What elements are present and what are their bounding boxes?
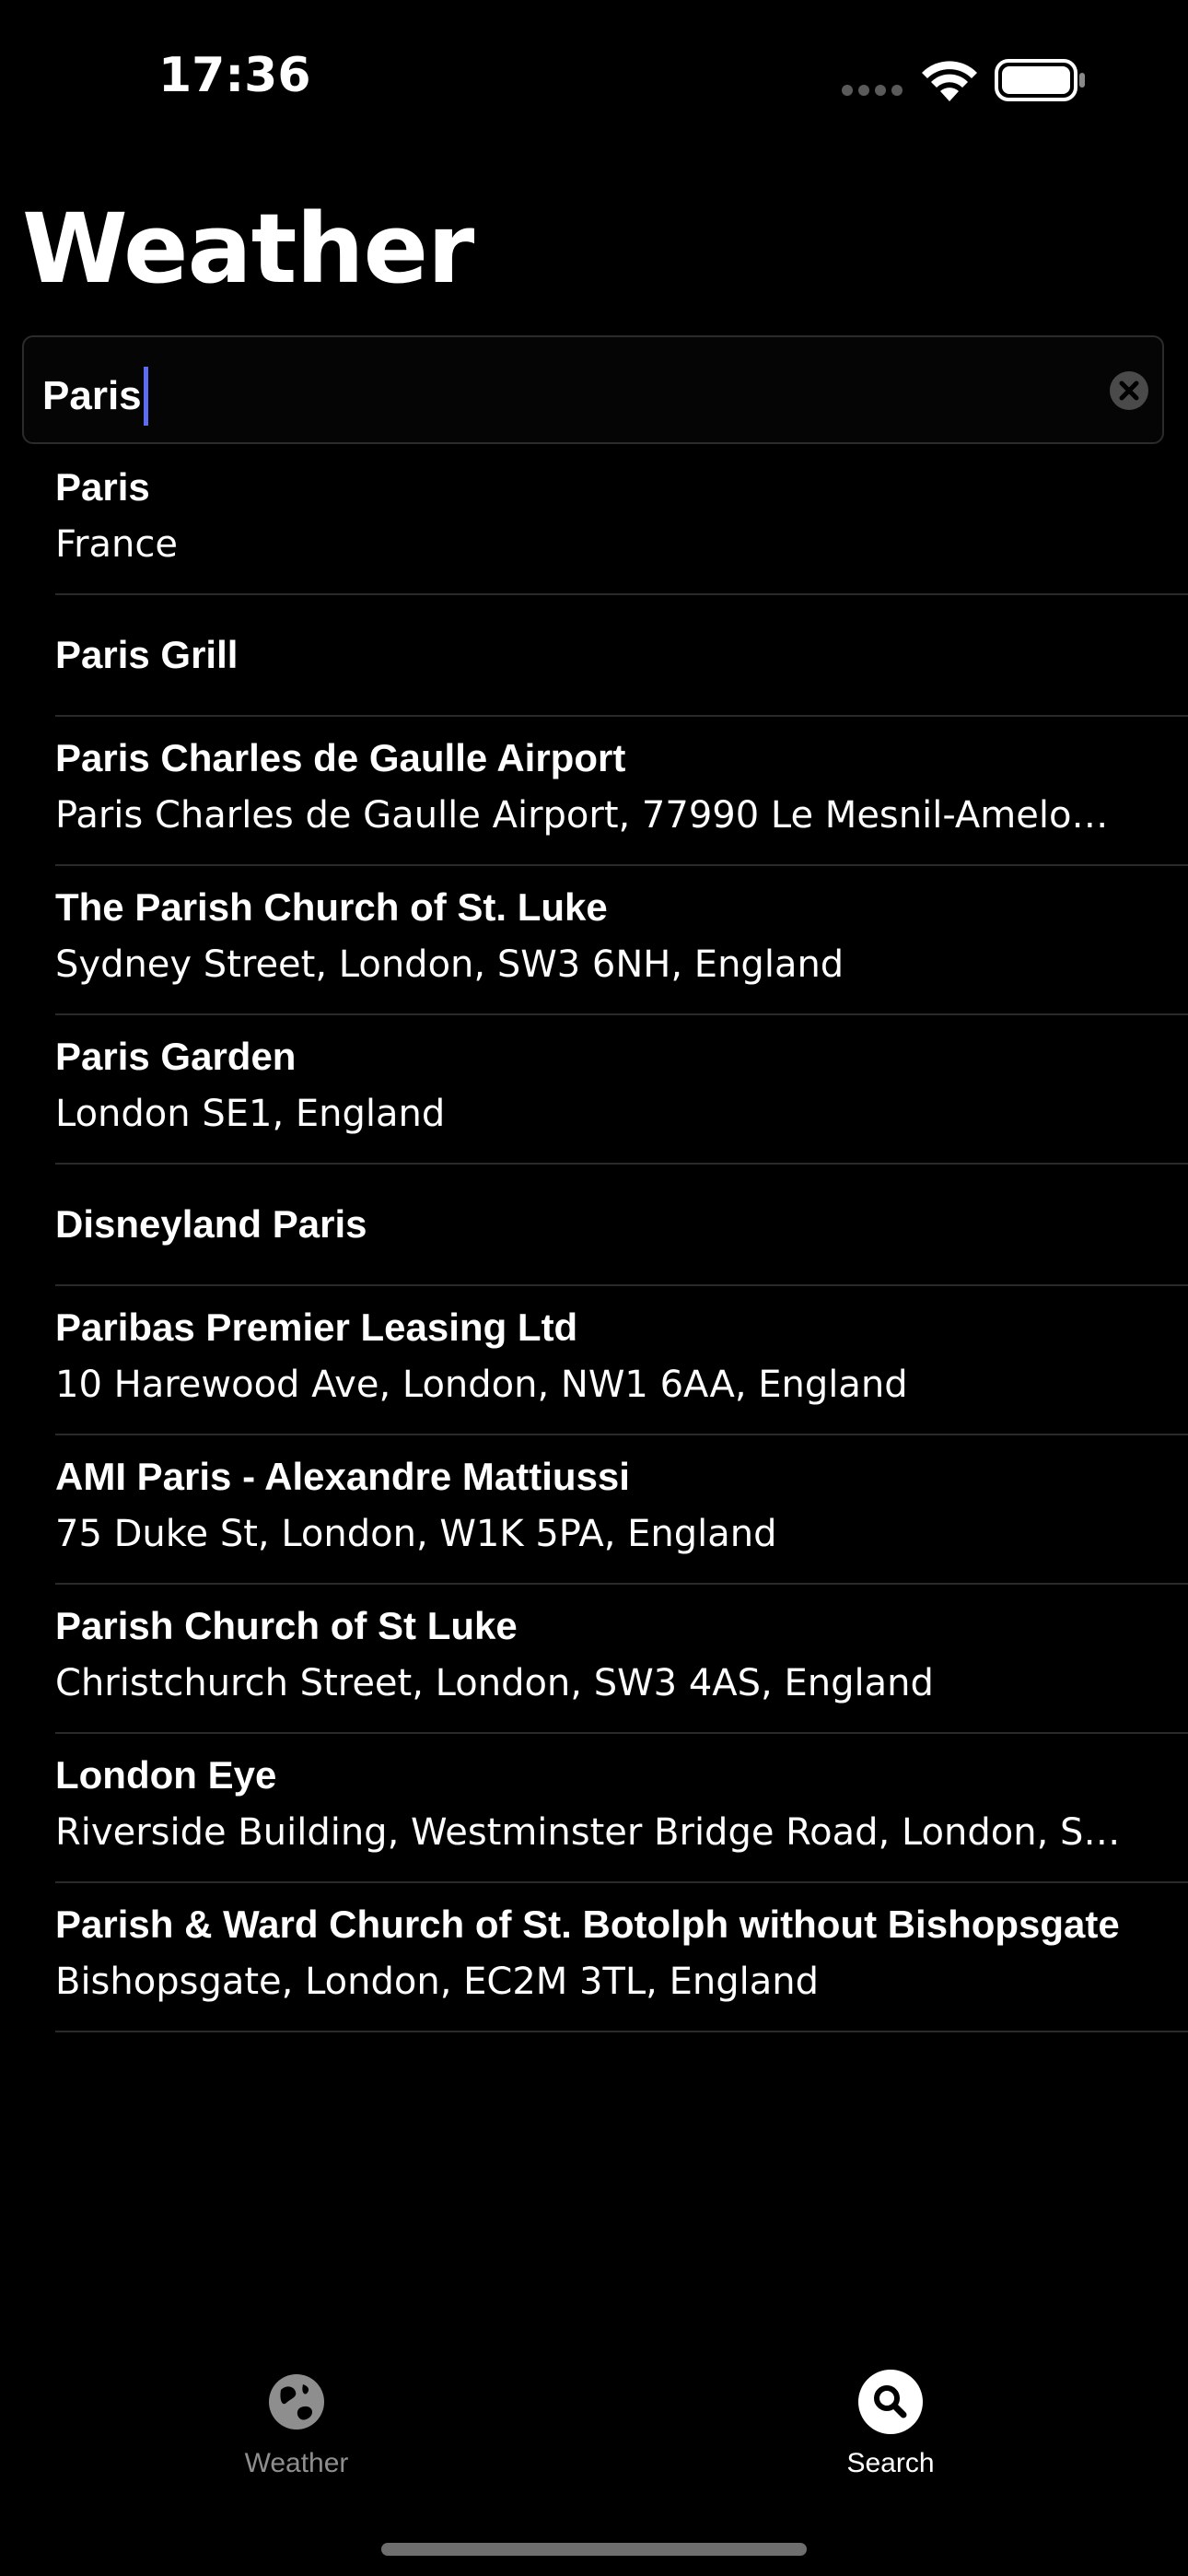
result-title: Paris Charles de Gaulle Airport	[55, 736, 626, 779]
result-title: The Parish Church of St. Luke	[55, 885, 608, 929]
search-result-item[interactable]: AMI Paris - Alexandre Mattiussi 75 Duke …	[55, 1435, 1188, 1585]
cellular-signal-icon	[842, 85, 906, 98]
search-result-item[interactable]: Paris France	[55, 446, 1188, 595]
result-title: Parish & Ward Church of St. Botolph with…	[55, 1903, 1120, 1946]
tab-weather-label: Weather	[244, 2448, 349, 2478]
result-title: AMI Paris - Alexandre Mattiussi	[55, 1455, 630, 1498]
tab-search[interactable]: Search	[752, 2368, 1029, 2506]
result-title: London Eye	[55, 1753, 277, 1797]
search-result-item[interactable]: Parish & Ward Church of St. Botolph with…	[55, 1883, 1188, 2032]
result-subtitle: France	[55, 523, 179, 566]
tab-search-label: Search	[846, 2448, 935, 2478]
search-icon	[858, 2370, 923, 2434]
result-title: Parish Church of St Luke	[55, 1604, 518, 1647]
result-subtitle: London SE1, England	[55, 1093, 446, 1135]
search-result-item[interactable]: Paris Garden London SE1, England	[55, 1015, 1188, 1165]
search-results-list: Paris France Paris Grill Paris Charles d…	[55, 446, 1188, 2032]
result-subtitle: Paris Charles de Gaulle Airport, 77990 L…	[55, 794, 1109, 837]
page-title: Weather	[22, 193, 474, 305]
result-title: Disneyland Paris	[55, 1202, 367, 1246]
globe-icon	[269, 2374, 324, 2430]
battery-icon	[995, 59, 1085, 101]
result-title: Paris	[55, 465, 150, 509]
search-result-item[interactable]: Paris Grill	[55, 595, 1188, 717]
search-result-item[interactable]: The Parish Church of St. Luke Sydney Str…	[55, 866, 1188, 1015]
search-result-item[interactable]: Paris Charles de Gaulle Airport Paris Ch…	[55, 717, 1188, 866]
status-time: 17:36	[158, 48, 311, 103]
result-title: Paribas Premier Leasing Ltd	[55, 1306, 578, 1349]
status-bar: 17:36	[0, 0, 1188, 157]
text-caret	[143, 367, 148, 426]
clear-search-icon[interactable]	[1109, 370, 1149, 411]
tab-weather[interactable]: Weather	[158, 2368, 435, 2506]
result-title: Paris Garden	[55, 1035, 297, 1078]
result-subtitle: Sydney Street, London, SW3 6NH, England	[55, 943, 844, 986]
home-indicator	[381, 2543, 807, 2556]
result-subtitle: Bishopsgate, London, EC2M 3TL, England	[55, 1961, 819, 2003]
search-result-item[interactable]: Disneyland Paris	[55, 1165, 1188, 1286]
result-title: Paris Grill	[55, 633, 239, 676]
result-subtitle: Christchurch Street, London, SW3 4AS, En…	[55, 1662, 934, 1704]
search-result-item[interactable]: Paribas Premier Leasing Ltd 10 Harewood …	[55, 1286, 1188, 1435]
result-subtitle: 10 Harewood Ave, London, NW1 6AA, Englan…	[55, 1364, 908, 1406]
search-input[interactable]: Paris	[22, 335, 1164, 444]
search-result-item[interactable]: London Eye Riverside Building, Westminst…	[55, 1734, 1188, 1883]
result-subtitle: Riverside Building, Westminster Bridge R…	[55, 1811, 1121, 1854]
tab-bar: Weather Search	[0, 2340, 1188, 2506]
result-subtitle: 75 Duke St, London, W1K 5PA, England	[55, 1513, 777, 1555]
wifi-icon	[922, 61, 977, 101]
search-result-item[interactable]: Parish Church of St Luke Christchurch St…	[55, 1585, 1188, 1734]
search-input-value: Paris	[42, 373, 142, 418]
